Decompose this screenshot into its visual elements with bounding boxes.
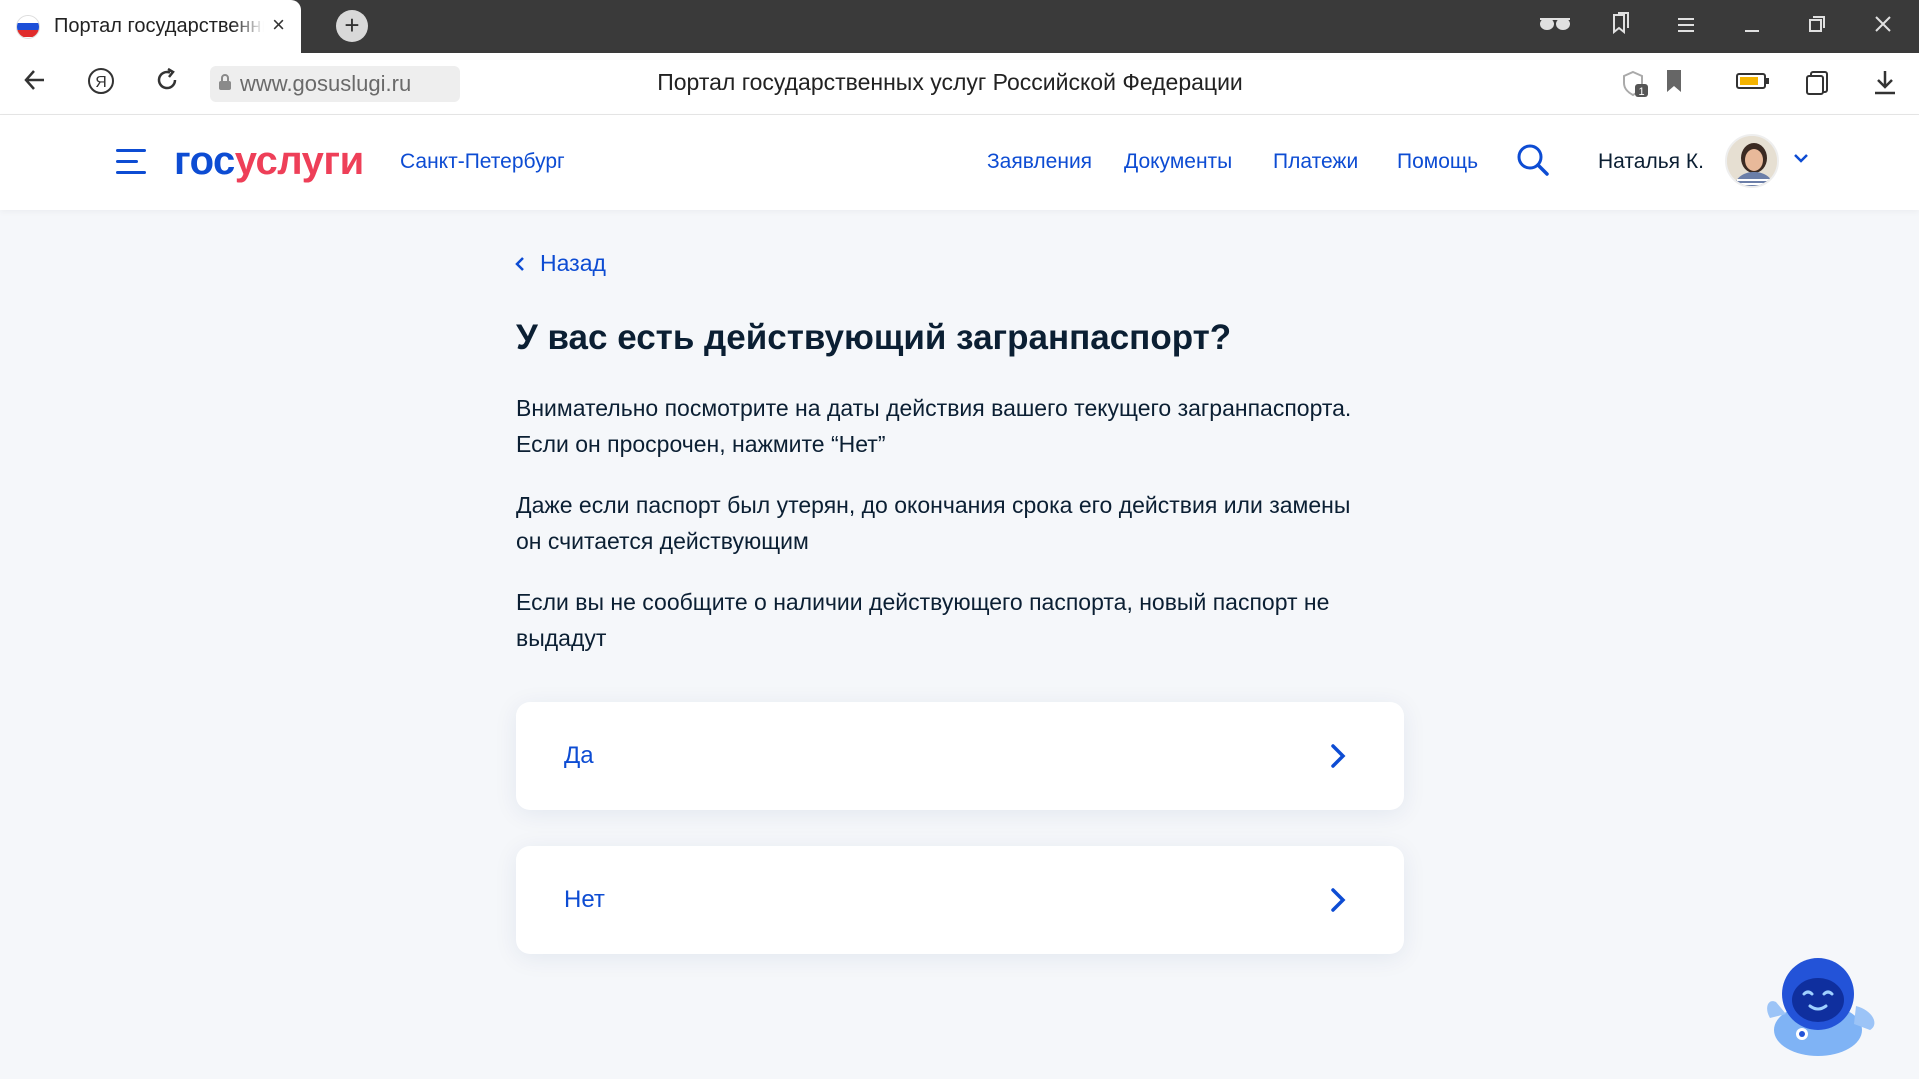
back-label: Назад	[540, 250, 606, 276]
browser-tab[interactable]: Портал государственных услуг Российской …	[0, 0, 301, 53]
paragraph-2-line-2: он считается действующим	[516, 528, 809, 554]
reload-icon[interactable]	[150, 67, 184, 101]
paragraph-3: Если вы не сообщите о наличии действующе…	[516, 584, 1396, 656]
nav-documents[interactable]: Документы	[1124, 150, 1232, 174]
option-yes-button[interactable]: Да	[516, 702, 1404, 810]
paragraph-1-line-1: Внимательно посмотрите на даты действия …	[516, 395, 1352, 421]
close-icon[interactable]	[1868, 12, 1898, 42]
browser-address-bar: Я www.gosuslugi.ru Портал государственны…	[0, 53, 1919, 115]
minimize-icon[interactable]	[1737, 12, 1767, 42]
chevron-down-icon[interactable]	[1790, 147, 1812, 169]
reader-glasses-icon[interactable]	[1538, 12, 1570, 42]
user-name[interactable]: Наталья К.	[1598, 150, 1704, 174]
browser-tab-strip: Портал государственных услуг Российской …	[0, 0, 1919, 53]
nav-applications[interactable]: Заявления	[987, 150, 1092, 174]
avatar[interactable]	[1725, 134, 1779, 188]
new-tab-button[interactable]: +	[336, 10, 368, 42]
region-selector[interactable]: Санкт-Петербург	[400, 150, 565, 174]
gosuslugi-logo[interactable]: госуслуги	[174, 139, 364, 184]
paragraph-2-line-1: Даже если паспорт был утерян, до окончан…	[516, 492, 1351, 518]
option-no-button[interactable]: Нет	[516, 846, 1404, 954]
option-yes-label: Да	[564, 742, 594, 769]
tab-close-icon[interactable]: ×	[272, 14, 285, 36]
svg-text:Я: Я	[95, 74, 107, 91]
search-icon[interactable]	[1516, 143, 1550, 177]
tab-title: Портал государственных услуг Российской …	[54, 15, 264, 37]
restore-icon[interactable]	[1802, 12, 1832, 42]
russia-flag-icon	[16, 14, 40, 39]
download-icon[interactable]	[1870, 69, 1900, 99]
battery-icon[interactable]	[1736, 69, 1769, 99]
hamburger-menu-icon[interactable]	[116, 149, 146, 175]
chevron-left-icon	[515, 256, 524, 271]
menu-icon[interactable]	[1671, 12, 1701, 42]
lock-icon	[210, 73, 240, 96]
chevron-right-icon	[1331, 744, 1346, 768]
nav-help[interactable]: Помощь	[1397, 150, 1478, 174]
paragraph-1: Внимательно посмотрите на даты действия …	[516, 390, 1396, 462]
nav-payments[interactable]: Платежи	[1273, 150, 1358, 174]
bookmarks-panel-icon[interactable]	[1605, 12, 1635, 42]
collections-icon[interactable]	[1803, 69, 1833, 99]
paragraph-2: Даже если паспорт был утерян, до окончан…	[516, 487, 1396, 559]
back-link[interactable]: Назад	[514, 250, 606, 277]
chevron-right-icon	[1331, 888, 1346, 912]
back-arrow-icon[interactable]	[18, 67, 52, 101]
svg-text:1: 1	[1638, 86, 1644, 98]
paragraph-3-line-2: выдадут	[516, 625, 607, 651]
page-title: У вас есть действующий загранпаспорт?	[516, 318, 1232, 357]
url-text: www.gosuslugi.ru	[240, 71, 412, 96]
site-header: госуслуги Санкт-Петербург Заявления Доку…	[0, 115, 1919, 210]
paragraph-1-line-2: Если он просрочен, нажмите “Нет”	[516, 431, 886, 457]
yandex-icon[interactable]: Я	[84, 67, 118, 101]
option-no-label: Нет	[564, 886, 605, 913]
assistant-robot-icon[interactable]	[1760, 948, 1884, 1058]
url-field[interactable]: www.gosuslugi.ru	[210, 66, 460, 102]
protect-icon[interactable]: 1	[1620, 69, 1650, 99]
bookmark-icon[interactable]	[1659, 69, 1689, 99]
paragraph-3-line-1: Если вы не сообщите о наличии действующе…	[516, 589, 1330, 615]
